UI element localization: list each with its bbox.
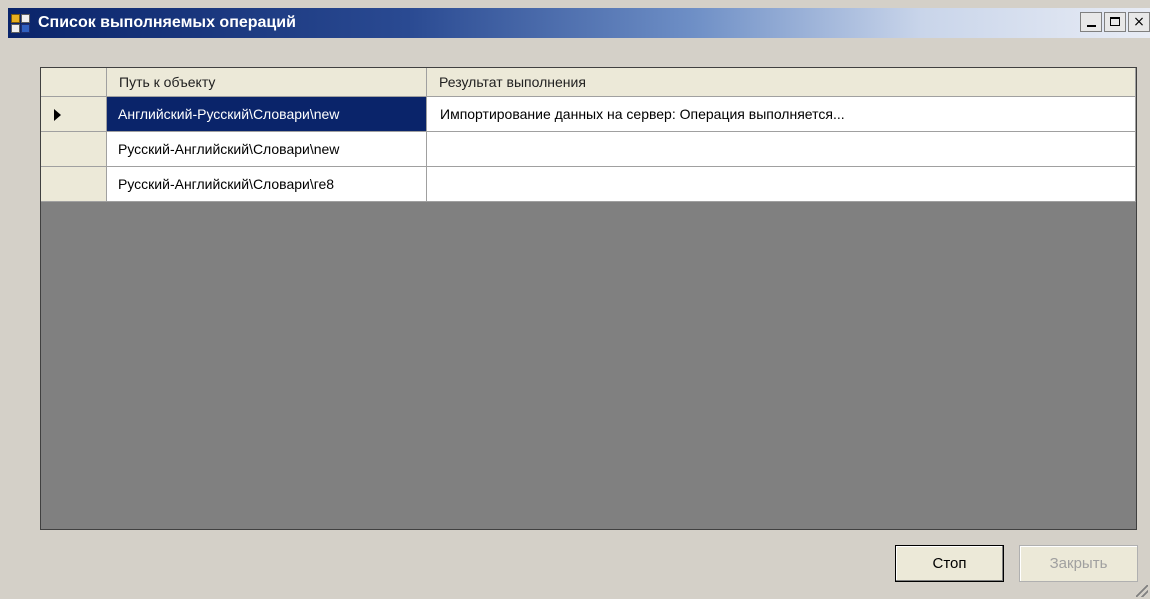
column-header-result[interactable]: Результат выполнения bbox=[427, 68, 1136, 97]
operations-grid[interactable]: Путь к объекту Результат выполнения Англ… bbox=[40, 67, 1137, 530]
row-header-corner bbox=[41, 68, 107, 97]
resize-grip-icon[interactable] bbox=[1136, 585, 1148, 597]
cell-path[interactable]: Английский-Русский\Словари\new bbox=[107, 97, 427, 132]
row-header[interactable] bbox=[41, 97, 107, 132]
row-header[interactable] bbox=[41, 132, 107, 167]
cell-result[interactable]: Импортирование данных на сервер: Операци… bbox=[427, 97, 1136, 132]
grid-header: Путь к объекту Результат выполнения bbox=[41, 68, 1136, 97]
column-header-path[interactable]: Путь к объекту bbox=[107, 68, 427, 97]
close-button[interactable]: × bbox=[1128, 12, 1150, 32]
operations-window: Список выполняемых операций × Путь к объ… bbox=[0, 0, 1150, 599]
window-title: Список выполняемых операций bbox=[38, 14, 296, 31]
stop-button[interactable]: Стоп bbox=[895, 545, 1004, 582]
cell-path[interactable]: Русский-Английский\Словари\ге8 bbox=[107, 167, 427, 202]
maximize-button[interactable] bbox=[1104, 12, 1126, 32]
cell-path[interactable]: Русский-Английский\Словари\new bbox=[107, 132, 427, 167]
row-header[interactable] bbox=[41, 167, 107, 202]
minimize-button[interactable] bbox=[1080, 12, 1102, 32]
cell-result[interactable] bbox=[427, 132, 1136, 167]
row-pointer-icon bbox=[54, 109, 61, 121]
caption-buttons: × bbox=[1080, 12, 1150, 34]
app-grid-icon bbox=[11, 14, 31, 33]
title-bar[interactable]: Список выполняемых операций × bbox=[8, 8, 1150, 38]
table-row[interactable]: Русский-Английский\Словари\new bbox=[41, 132, 1136, 167]
table-row[interactable]: Русский-Английский\Словари\ге8 bbox=[41, 167, 1136, 202]
cell-result[interactable] bbox=[427, 167, 1136, 202]
close-dialog-button[interactable]: Закрыть bbox=[1019, 545, 1138, 582]
table-row[interactable]: Английский-Русский\Словари\new Импортиро… bbox=[41, 97, 1136, 132]
